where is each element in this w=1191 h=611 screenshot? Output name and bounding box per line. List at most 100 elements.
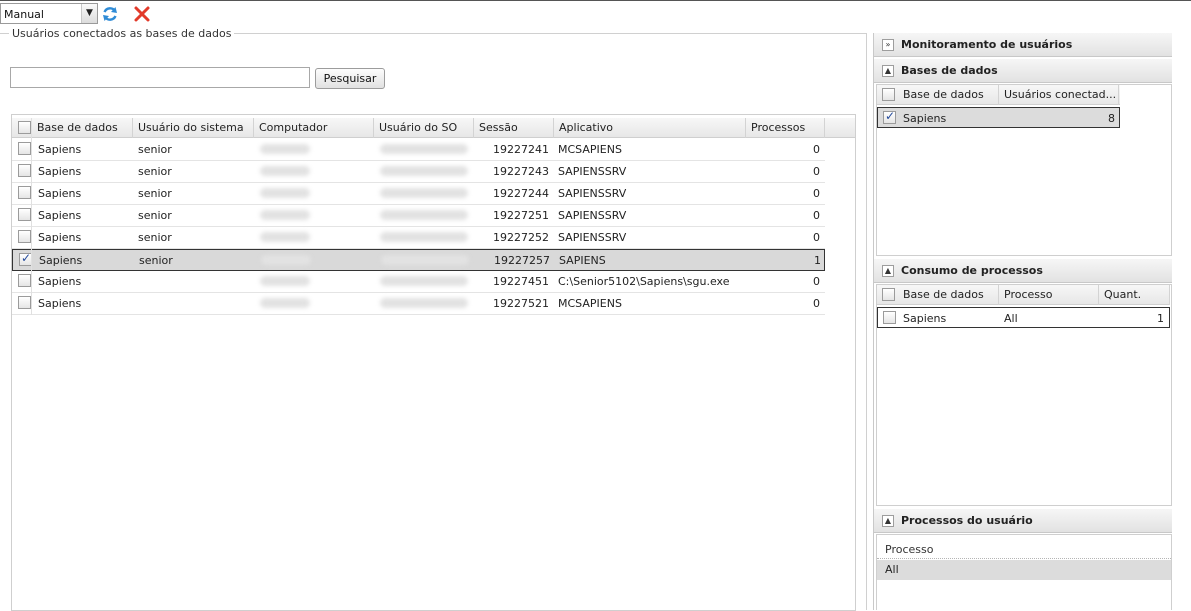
app-cell: SAPIENSSRV — [558, 209, 627, 222]
redacted-value — [380, 276, 468, 286]
quant-cell: 1 — [1157, 312, 1164, 325]
processos-title: Processos do usuário — [901, 514, 1033, 527]
processos-row[interactable]: All — [877, 560, 1171, 580]
monitor-header[interactable]: » Monitoramento de usuários — [874, 33, 1172, 57]
proc-cell: 0 — [813, 165, 820, 178]
redacted-value — [380, 166, 468, 176]
redacted-value — [260, 232, 310, 242]
sessao-cell: 19227241 — [493, 143, 549, 156]
column-header[interactable]: Sessão — [474, 118, 554, 138]
column-header[interactable]: Base de dados — [32, 118, 133, 138]
column-header[interactable]: Usuários conectad... — [999, 85, 1119, 105]
close-icon[interactable] — [133, 5, 151, 23]
monitor-title: Monitoramento de usuários — [901, 38, 1073, 51]
proc-cell: 0 — [813, 297, 820, 310]
toolbar: Manual ▼ — [0, 0, 1191, 28]
sessao-cell: 19227251 — [493, 209, 549, 222]
bases-row[interactable]: Sapiens 8 — [877, 107, 1120, 128]
processos-grid: Processo All — [876, 534, 1172, 610]
consumo-header[interactable]: ▲ Consumo de processos — [874, 259, 1172, 283]
column-header[interactable]: Usuário do SO — [374, 118, 474, 138]
column-header[interactable]: Quant. — [1099, 285, 1170, 305]
base-cell: Sapiens — [38, 275, 82, 288]
user-cell: senior — [138, 209, 172, 222]
consumo-grid: Base de dados Processo Quant. Sapiens Al… — [876, 284, 1172, 506]
redacted-value — [380, 298, 468, 308]
column-header[interactable]: Base de dados — [898, 85, 999, 105]
collapse-icon[interactable]: ▲ — [882, 515, 894, 527]
redacted-value — [260, 144, 310, 154]
redacted-value — [260, 166, 310, 176]
bases-header[interactable]: ▲ Bases de dados — [874, 59, 1172, 83]
table-row[interactable]: Sapiens 19227451 C:\Senior5102\Sapiens\sgu… — [12, 271, 825, 293]
table-row[interactable]: Sapiens senior 19227252 SAPIENSSRV 0 — [12, 227, 825, 249]
consumo-title: Consumo de processos — [901, 264, 1043, 277]
proc-cell: 0 — [813, 143, 820, 156]
redacted-value — [260, 276, 310, 286]
chevron-down-icon[interactable]: ▼ — [81, 4, 97, 23]
user-cell: senior — [138, 231, 172, 244]
sessao-cell: 19227244 — [493, 187, 549, 200]
redacted-value — [380, 232, 468, 242]
table-row[interactable]: Sapiens senior 19227251 SAPIENSSRV 0 — [12, 205, 825, 227]
base-cell: Sapiens — [38, 187, 82, 200]
base-cell: Sapiens — [38, 143, 82, 156]
monitor-panel: » Monitoramento de usuários ▲ Bases de d… — [873, 33, 1191, 610]
base-cell: Sapiens — [38, 165, 82, 178]
user-cell: senior — [139, 254, 173, 267]
app-cell: C:\Senior5102\Sapiens\sgu.exe — [558, 275, 730, 288]
search-input[interactable] — [10, 67, 310, 88]
proc-cell: 1 — [814, 254, 821, 267]
app-cell: SAPIENSSRV — [558, 165, 627, 178]
table-row[interactable]: Sapiens senior 19227244 SAPIENSSRV 0 — [12, 183, 825, 205]
table-row[interactable]: Sapiens senior 19227241 MCSAPIENS 0 — [12, 139, 825, 161]
mode-select-value: Manual — [4, 8, 44, 21]
table-row[interactable]: Sapiens 19227521 MCSAPIENS 0 — [12, 293, 825, 315]
bases-grid-header: Base de dados Usuários conectad... — [877, 85, 1120, 105]
processos-header[interactable]: ▲ Processos do usuário — [874, 509, 1172, 533]
proc-cell: 0 — [813, 209, 820, 222]
base-cell: Sapiens — [38, 209, 82, 222]
select-all-checkbox[interactable] — [882, 88, 895, 101]
search-button[interactable]: Pesquisar — [315, 68, 385, 89]
row-gutter — [12, 118, 32, 315]
base-cell: Sapiens — [38, 231, 82, 244]
table-row[interactable]: Sapiens senior 19227243 SAPIENSSRV 0 — [12, 161, 825, 183]
base-cell: Sapiens — [39, 254, 83, 267]
base-cell: Sapiens — [903, 112, 947, 125]
column-header[interactable]: Processos — [746, 118, 825, 138]
redacted-value — [261, 255, 311, 265]
redacted-value — [380, 210, 468, 220]
select-all-checkbox[interactable] — [882, 288, 895, 301]
column-header[interactable]: Usuário do sistema — [133, 118, 254, 138]
refresh-icon[interactable] — [101, 5, 119, 23]
sessao-cell: 19227252 — [493, 231, 549, 244]
expand-icon[interactable]: » — [882, 39, 894, 51]
redacted-value — [381, 255, 469, 265]
app-cell: SAPIENS — [559, 254, 606, 267]
collapse-icon[interactable]: ▲ — [882, 65, 894, 77]
user-cell: senior — [138, 165, 172, 178]
collapse-icon[interactable]: ▲ — [882, 265, 894, 277]
table-row[interactable]: Sapiens senior 19227257 SAPIENS 1 — [12, 249, 825, 271]
row-checkbox[interactable] — [883, 109, 896, 124]
column-header[interactable]: Aplicativo — [554, 118, 746, 138]
sessao-cell: 19227451 — [493, 275, 549, 288]
mode-select[interactable]: Manual ▼ — [0, 3, 98, 24]
consumo-row[interactable]: Sapiens All 1 — [877, 307, 1170, 328]
user-cell: senior — [138, 143, 172, 156]
redacted-value — [260, 298, 310, 308]
row-checkbox[interactable] — [883, 311, 896, 324]
app-cell: SAPIENSSRV — [558, 187, 627, 200]
app-cell: MCSAPIENS — [558, 297, 622, 310]
column-header[interactable]: Processo — [877, 541, 1171, 559]
bases-title: Bases de dados — [901, 64, 998, 77]
sessao-cell: 19227521 — [493, 297, 549, 310]
proc-cell: 0 — [813, 187, 820, 200]
column-header[interactable]: Base de dados — [898, 285, 999, 305]
column-header[interactable]: Computador — [254, 118, 374, 138]
count-cell: 8 — [1108, 112, 1115, 125]
app-cell: MCSAPIENS — [558, 143, 622, 156]
column-header[interactable]: Processo — [999, 285, 1099, 305]
redacted-value — [380, 144, 468, 154]
